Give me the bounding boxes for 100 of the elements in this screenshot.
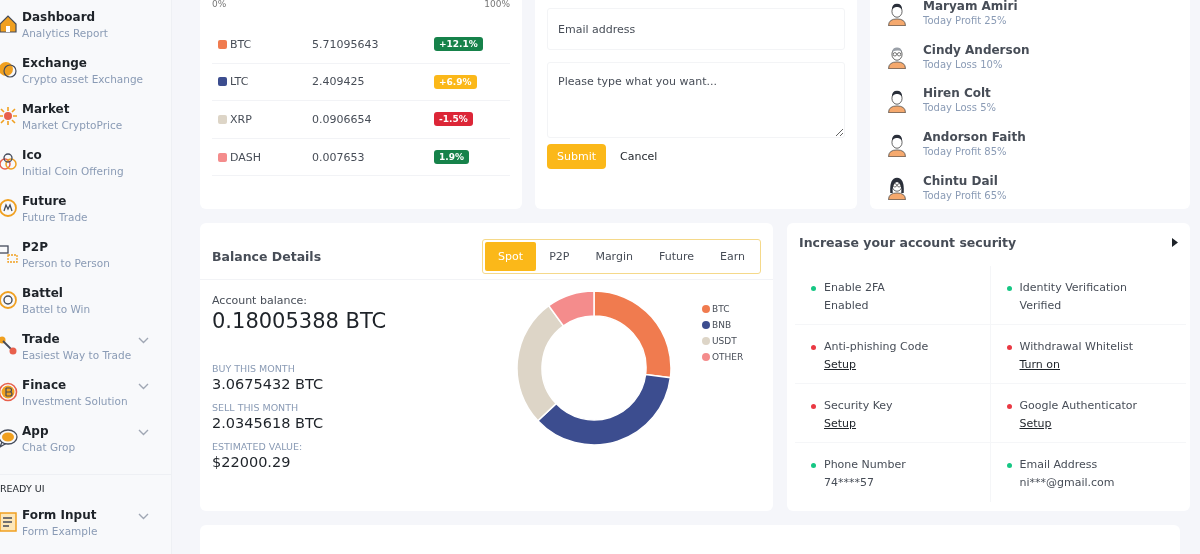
security-item-value: ni***@gmail.com xyxy=(1019,475,1115,489)
sidebar-item[interactable]: Ico Initial Coin Offering xyxy=(0,148,171,194)
section-heading: READY UI xyxy=(0,474,171,494)
sidebar-item-title: Battel xyxy=(22,286,64,300)
chevron-down-icon[interactable] xyxy=(138,429,149,436)
trader-result: Today Loss 10% xyxy=(923,58,1004,70)
sidebar-item-title: Dashboard xyxy=(22,10,97,24)
setup-link[interactable]: Setup xyxy=(824,357,857,371)
change-pill: +6.9% xyxy=(434,74,477,89)
scale-label: 100% xyxy=(484,0,510,10)
sidebar-item-subtitle: Easiest Way to Trade xyxy=(22,349,132,361)
trader-name: Chintu Dail xyxy=(923,173,999,188)
stat-label: BUY THIS MONTH xyxy=(212,362,296,374)
stat-value: 3.0675432 BTC xyxy=(212,375,325,392)
bitcoin-icon xyxy=(0,381,19,403)
security-item-value: Enabled xyxy=(824,298,870,312)
change-pill: +12.1% xyxy=(434,37,483,52)
email-field[interactable]: Email address xyxy=(547,8,845,50)
sidebar-item[interactable]: Dashboard Analytics Report xyxy=(0,10,171,56)
security-item-label: Enable 2FA xyxy=(824,280,885,294)
setup-link[interactable]: Setup xyxy=(824,416,857,430)
message-field[interactable]: Please type what you want... xyxy=(547,62,845,138)
sidebar-item-title: Trade xyxy=(22,332,61,346)
sidebar-item-subtitle: Form Example xyxy=(22,525,98,537)
rings-icon xyxy=(0,151,19,173)
account-balance-value: 0.18005388 BTC xyxy=(212,308,388,333)
sidebar-item-title: Finace xyxy=(22,378,68,392)
sidebar-item[interactable]: Market Market CryptoPrice xyxy=(0,102,171,148)
sidebar-item-subtitle: Initial Coin Offering xyxy=(22,165,124,177)
trader-name: Cindy Anderson xyxy=(923,42,1030,57)
sidebar-item-subtitle: Crypto asset Exchange xyxy=(22,73,143,85)
trader-result: Today Profit 65% xyxy=(923,189,1007,201)
security-item-label: Phone Number xyxy=(824,457,906,471)
security-item-label: Google Authenticator xyxy=(1019,398,1138,412)
trader-name: Hiren Colt xyxy=(923,86,992,101)
coins-icon xyxy=(0,59,19,81)
coin-symbol: DASH xyxy=(230,150,262,164)
sidebar-item[interactable]: Form Input Form Example xyxy=(0,508,171,554)
badge-icon xyxy=(0,197,19,219)
account-balance-label: Account balance: xyxy=(212,293,308,307)
coin-symbol: BTC xyxy=(230,37,252,51)
sidebar-item[interactable]: Trade Easiest Way to Trade xyxy=(0,332,171,378)
sidebar-item-title: Form Input xyxy=(22,508,98,522)
coin-amount: 5.71095643 xyxy=(312,37,380,51)
security-item-label: Withdrawal Whitelist xyxy=(1019,339,1134,353)
security-item-value: Verified xyxy=(1019,298,1063,312)
security-item-value: 74****57 xyxy=(824,475,875,489)
balance-tab[interactable]: Earn xyxy=(707,242,758,272)
sidebar-item-title: Future xyxy=(22,194,68,208)
sidebar-item-title: App xyxy=(22,424,50,438)
target-icon xyxy=(0,289,19,311)
sidebar-item-subtitle: Chat Grop xyxy=(22,441,76,453)
cancel-button[interactable]: Cancel xyxy=(614,144,664,169)
legend-label: BNB xyxy=(712,319,732,330)
legend-label: OTHER xyxy=(712,351,744,362)
caret-right-icon[interactable] xyxy=(1172,237,1178,247)
scale-label: 0% xyxy=(212,0,227,10)
trader-result: Today Profit 85% xyxy=(923,146,1008,158)
setup-link[interactable]: Turn on xyxy=(1019,357,1061,371)
trader-name: Maryam Amiri xyxy=(923,0,1018,14)
chevron-down-icon[interactable] xyxy=(138,337,149,344)
stat-label: ESTIMATED VALUE: xyxy=(212,440,304,452)
sidebar-item[interactable]: Finace Investment Solution xyxy=(0,378,171,424)
link-icon xyxy=(0,335,19,357)
stat-value: $22000.29 xyxy=(212,453,292,470)
coin-symbol: LTC xyxy=(230,75,249,89)
security-item-label: Identity Verification xyxy=(1019,280,1127,294)
sidebar-item-title: P2P xyxy=(22,240,49,254)
trader-result: Today Profit 25% xyxy=(923,15,1008,27)
coin-amount: 0.0906654 xyxy=(312,113,373,126)
coin-symbol: XRP xyxy=(230,113,252,126)
sidebar-item[interactable]: Exchange Crypto asset Exchange xyxy=(0,56,171,102)
card-title: Increase your account security xyxy=(799,234,1017,250)
sidebar-item-subtitle: Analytics Report xyxy=(22,27,108,39)
sidebar-item-title: Ico xyxy=(22,148,43,162)
chevron-down-icon[interactable] xyxy=(138,383,149,390)
change-pill: 1.9% xyxy=(434,150,469,165)
sun-icon xyxy=(0,105,19,127)
stat-value: 2.0345618 BTC xyxy=(212,414,325,431)
sidebar-item[interactable]: Future Future Trade xyxy=(0,194,171,240)
setup-link[interactable]: Setup xyxy=(1019,416,1052,430)
sidebar-item[interactable]: Battel Battel to Win xyxy=(0,286,171,332)
coin-amount: 0.007653 xyxy=(312,150,366,164)
legend-label: BTC xyxy=(712,303,730,314)
security-item-label: Security Key xyxy=(824,398,893,412)
sidebar-item-title: Market xyxy=(22,102,71,116)
screens-icon xyxy=(0,243,19,265)
sidebar-item-title: Exchange xyxy=(22,56,88,70)
balance-tab[interactable]: P2P xyxy=(536,242,583,272)
balance-tab[interactable]: Margin xyxy=(582,242,646,272)
sidebar-item[interactable]: P2P Person to Person xyxy=(0,240,171,286)
sidebar-item-subtitle: Person to Person xyxy=(22,257,110,269)
trader-result: Today Loss 5% xyxy=(923,102,997,114)
balance-tab[interactable]: Future xyxy=(645,242,707,272)
sidebar-item[interactable]: App Chat Grop xyxy=(0,424,171,470)
card-title: Balance Details xyxy=(212,249,322,265)
sidebar-item-subtitle: Battel to Win xyxy=(22,303,91,315)
legend-label: USDT xyxy=(712,335,737,346)
chevron-down-icon[interactable] xyxy=(138,513,149,520)
form-icon xyxy=(0,511,19,533)
